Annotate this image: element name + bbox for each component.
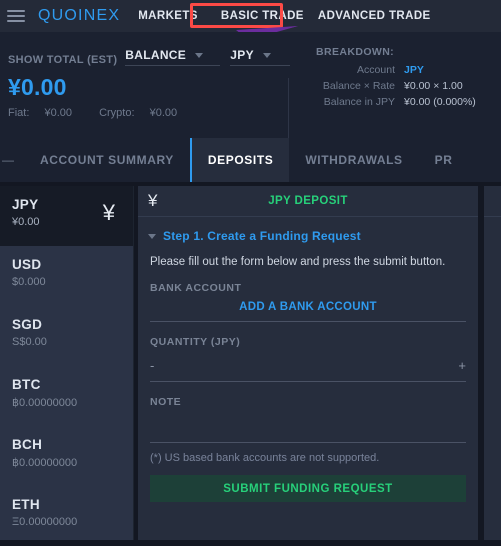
balance-breakdown-inline: Fiat: ¥0.00 Crypto: ¥0.00 bbox=[8, 107, 290, 119]
deposit-panel-header: ¥ JPY DEPOSIT bbox=[138, 186, 478, 217]
nav-item-markets[interactable]: MARKETS bbox=[138, 10, 198, 22]
hamburger-line bbox=[7, 20, 25, 22]
currency-amount: S$0.00 bbox=[12, 336, 47, 348]
yen-symbol-icon: ¥ bbox=[102, 200, 115, 225]
deposit-panel: ¥ JPY DEPOSIT Step 1. Create a Funding R… bbox=[138, 186, 478, 540]
currency-amount: $0.000 bbox=[12, 276, 46, 288]
balance-summary-bar: SHOW TOTAL (EST) BALANCE JPY ¥0.00 Fiat:… bbox=[0, 32, 501, 150]
currency-amount: ฿0.00000000 bbox=[12, 457, 78, 469]
quoinex-logo[interactable]: QUOINEX bbox=[38, 7, 120, 25]
currency-item-eth[interactable]: ETH Ξ0.00000000 bbox=[0, 486, 133, 546]
chevron-down-icon[interactable] bbox=[148, 233, 156, 239]
breakdown-title: BREAKDOWN: bbox=[316, 46, 395, 58]
currency-item-jpy[interactable]: JPY ¥0.00 ¥ bbox=[0, 186, 133, 246]
fiat-label: Fiat: bbox=[8, 107, 30, 119]
step-header[interactable]: Step 1. Create a Funding Request bbox=[138, 217, 478, 243]
tab-products[interactable]: PR bbox=[419, 138, 469, 182]
tab-withdrawals[interactable]: WITHDRAWALS bbox=[289, 138, 418, 182]
breakdown-row: Account JPY bbox=[306, 64, 496, 76]
currency-amount: ฿0.00000000 bbox=[12, 397, 78, 409]
submit-funding-request-button[interactable]: SUBMIT FUNDING REQUEST bbox=[150, 475, 466, 502]
tab-scroll-left-indicator[interactable]: — bbox=[0, 138, 24, 182]
crypto-label: Crypto: bbox=[99, 107, 135, 119]
breakdown-value: JPY bbox=[404, 64, 424, 76]
chevron-down-icon bbox=[195, 52, 204, 58]
currency-sidebar: JPY ¥0.00 ¥ USD $0.000 SGD S$0.00 BTC ฿0… bbox=[0, 186, 134, 540]
breakdown-row: Balance × Rate ¥0.00 × 1.00 bbox=[306, 80, 496, 92]
quantity-increment-button[interactable]: + bbox=[458, 359, 466, 372]
balance-type-value: BALANCE bbox=[125, 48, 187, 62]
form-instruction: Please fill out the form below and press… bbox=[150, 256, 446, 268]
currency-item-btc[interactable]: BTC ฿0.00000000 bbox=[0, 366, 133, 426]
currency-code: ETH bbox=[12, 497, 40, 512]
bank-account-label: BANK ACCOUNT bbox=[150, 282, 242, 294]
crypto-value: ¥0.00 bbox=[149, 107, 178, 119]
hamburger-menu-icon[interactable] bbox=[7, 10, 25, 22]
balance-currency-dropdown[interactable]: JPY bbox=[230, 48, 291, 66]
note-label: NOTE bbox=[150, 396, 182, 408]
breakdown-value: ¥0.00 × 1.00 bbox=[404, 80, 463, 92]
breakdown-key: Balance in JPY bbox=[323, 96, 395, 108]
quantity-stepper[interactable]: - + bbox=[150, 357, 466, 382]
tab-account-summary[interactable]: ACCOUNT SUMMARY bbox=[24, 138, 190, 182]
fiat-balance: Fiat: ¥0.00 bbox=[8, 107, 84, 119]
deposit-panel-title: JPY DEPOSIT bbox=[268, 195, 348, 207]
hamburger-line bbox=[7, 15, 25, 17]
crypto-balance: Crypto: ¥0.00 bbox=[99, 107, 189, 119]
breakdown-panel: BREAKDOWN: Account JPY Balance × Rate ¥0… bbox=[306, 46, 496, 112]
currency-item-usd[interactable]: USD $0.000 bbox=[0, 246, 133, 306]
tab-deposits[interactable]: DEPOSITS bbox=[189, 138, 290, 182]
right-panel-sliver bbox=[484, 186, 501, 540]
currency-code: USD bbox=[12, 257, 42, 272]
currency-amount: Ξ0.00000000 bbox=[12, 516, 78, 528]
top-navigation-bar: QUOINEX MARKETS BASIC TRADE ADVANCED TRA… bbox=[0, 0, 501, 32]
balance-type-dropdown[interactable]: BALANCE bbox=[125, 48, 221, 66]
breakdown-key: Balance × Rate bbox=[322, 80, 395, 92]
note-input[interactable] bbox=[150, 416, 466, 443]
breakdown-value: ¥0.00 (0.000%) bbox=[404, 96, 476, 108]
quantity-label: QUANTITY (JPY) bbox=[150, 336, 241, 348]
quantity-decrement-button[interactable]: - bbox=[150, 359, 154, 372]
nav-item-basic-trade[interactable]: BASIC TRADE bbox=[221, 10, 304, 22]
nav-item-advanced-trade[interactable]: ADVANCED TRADE bbox=[318, 10, 431, 22]
currency-item-bch[interactable]: BCH ฿0.00000000 bbox=[0, 426, 133, 486]
total-balance-value: ¥0.00 bbox=[8, 74, 67, 100]
right-panel-header bbox=[484, 186, 501, 217]
balance-left-group: SHOW TOTAL (EST) BALANCE JPY ¥0.00 Fiat:… bbox=[8, 46, 291, 119]
currency-item-sgd[interactable]: SGD S$0.00 bbox=[0, 306, 133, 366]
breakdown-key: Account bbox=[357, 64, 395, 76]
currency-code: SGD bbox=[12, 317, 43, 332]
fiat-value: ¥0.00 bbox=[44, 107, 72, 119]
us-bank-disclaimer: (*) US based bank accounts are not suppo… bbox=[150, 452, 380, 464]
step-label: Step 1. Create a Funding Request bbox=[163, 229, 361, 243]
show-total-label: SHOW TOTAL (EST) bbox=[8, 54, 118, 66]
hamburger-line bbox=[7, 10, 25, 12]
currency-code: BCH bbox=[12, 437, 43, 452]
balance-controls-row: SHOW TOTAL (EST) BALANCE JPY bbox=[8, 46, 291, 66]
breakdown-row: Balance in JPY ¥0.00 (0.000%) bbox=[306, 96, 496, 108]
add-bank-account-button[interactable]: ADD A BANK ACCOUNT bbox=[150, 301, 466, 322]
currency-code: BTC bbox=[12, 377, 41, 392]
balance-currency-value: JPY bbox=[230, 48, 254, 62]
chevron-down-icon bbox=[262, 52, 271, 58]
account-tab-strip: — ACCOUNT SUMMARY DEPOSITS WITHDRAWALS P… bbox=[0, 138, 501, 182]
account-body: JPY ¥0.00 ¥ USD $0.000 SGD S$0.00 BTC ฿0… bbox=[0, 182, 501, 540]
